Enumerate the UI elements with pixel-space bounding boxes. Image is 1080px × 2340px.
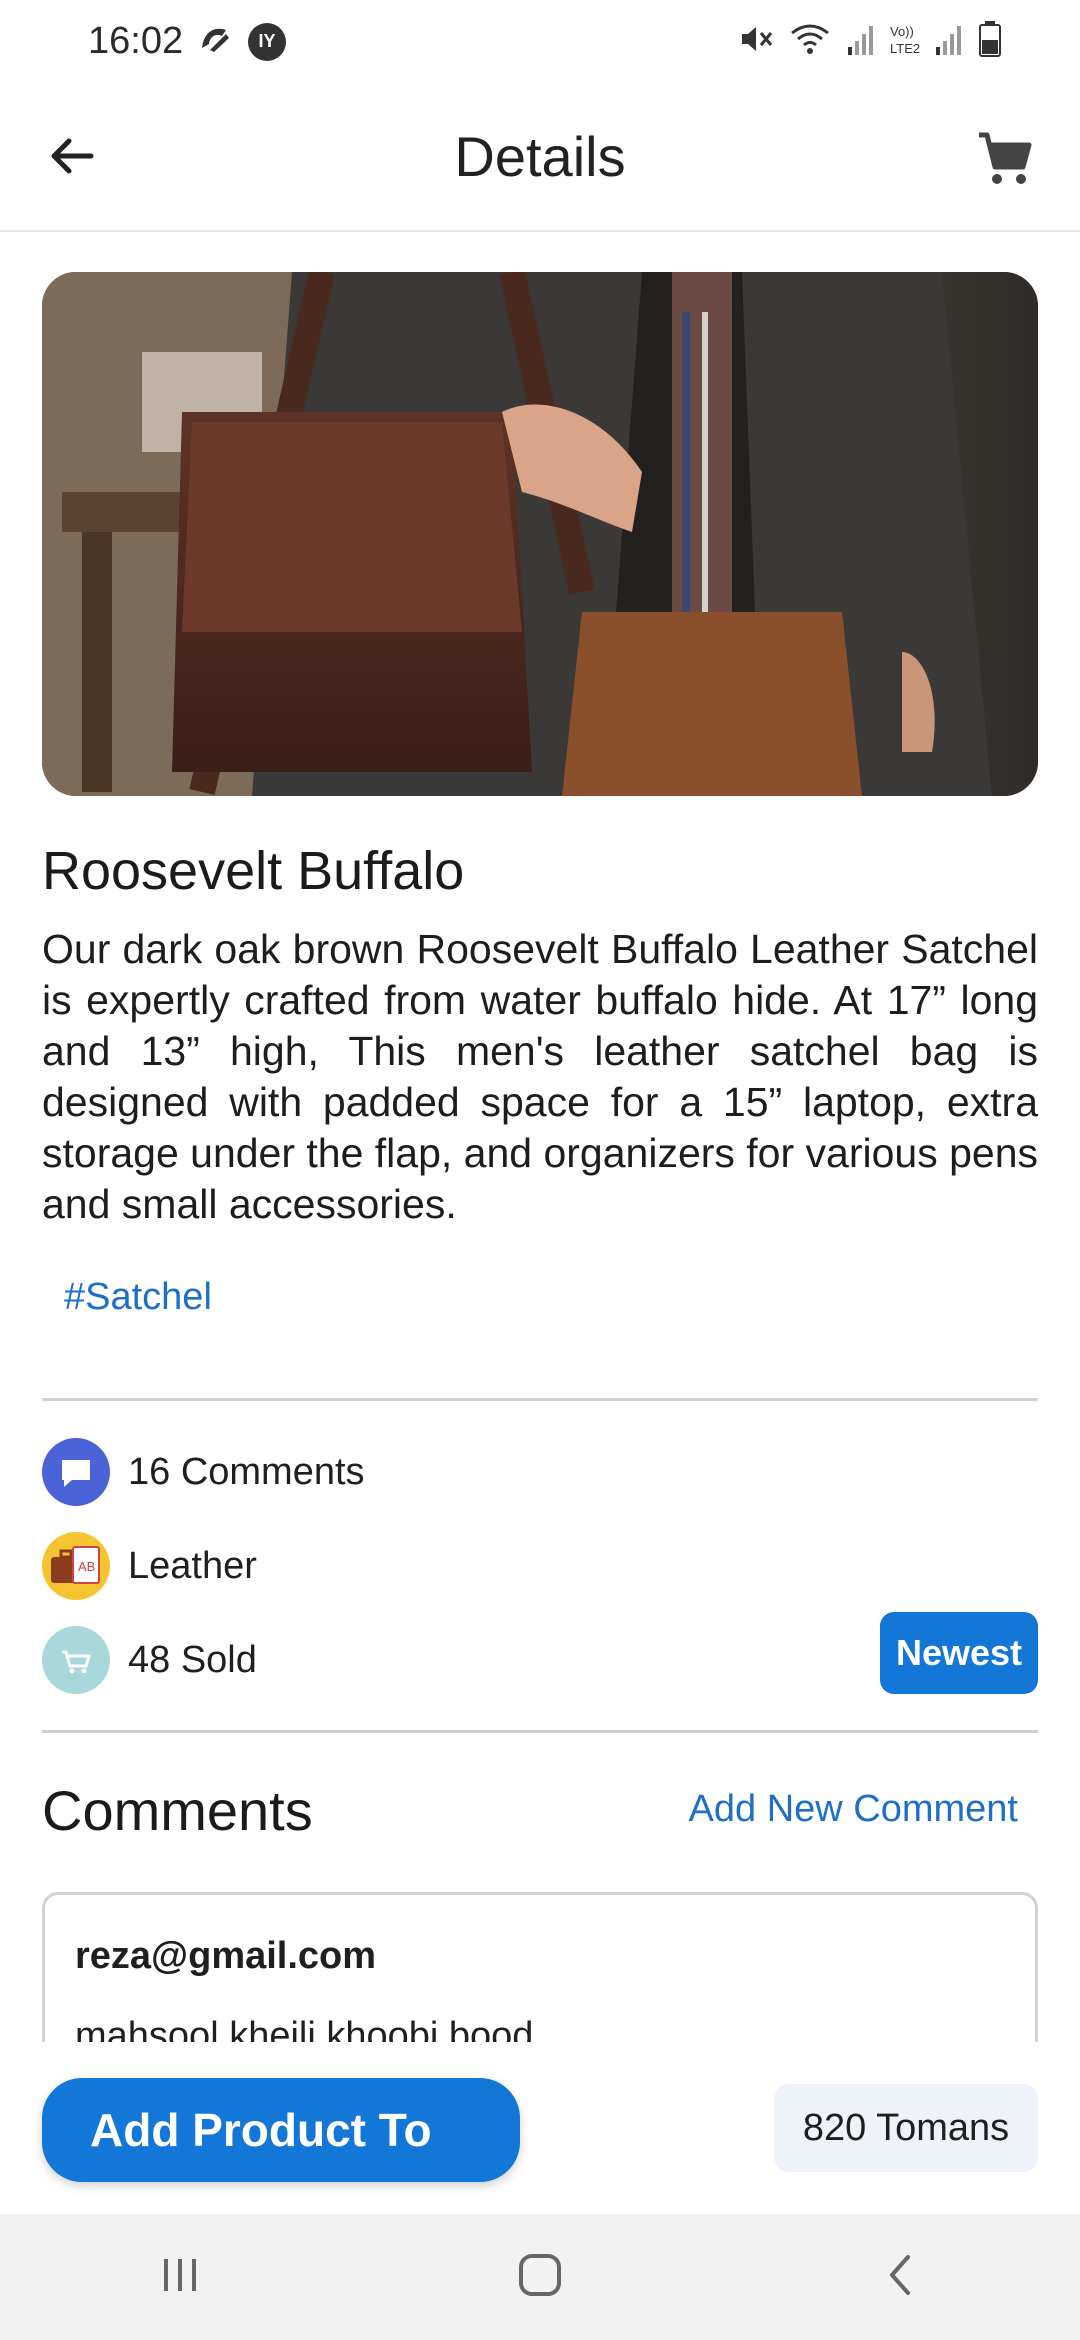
system-nav-bar [0, 2214, 1080, 2340]
page-title: Details [454, 125, 626, 188]
newest-button[interactable]: Newest [880, 1612, 1038, 1694]
product-tag[interactable]: #Satchel [64, 1276, 212, 1319]
circle-badge-icon: IY [248, 22, 286, 61]
bottom-action-bar: Add Product To 820 Tomans [0, 2042, 1080, 2214]
product-description: Our dark oak brown Roosevelt Buffalo Lea… [42, 926, 1038, 1227]
add-to-cart-button[interactable]: Add Product To [42, 2078, 520, 2182]
cart-badge-icon [42, 1626, 110, 1694]
shopping-cart-icon [975, 129, 1035, 194]
ny-icon [196, 20, 234, 63]
recents-button[interactable] [120, 2232, 240, 2322]
suitcase-icon: AB [42, 1532, 110, 1600]
divider [42, 1398, 1038, 1401]
comment-text: mahsool kheili khoobi bood [75, 2015, 534, 2042]
battery-icon [978, 20, 1002, 63]
cart-button[interactable] [970, 126, 1040, 196]
system-back-button[interactable] [840, 2232, 960, 2322]
comment-card: reza@gmail.com mahsool kheili khoobi boo… [42, 1892, 1038, 2042]
mute-icon [738, 21, 774, 62]
comments-heading: Comments [42, 1779, 313, 1842]
chat-bubble-icon [42, 1438, 110, 1506]
wifi-icon [788, 21, 832, 62]
home-icon [516, 2251, 564, 2304]
material-label: Leather [128, 1544, 257, 1587]
chevron-left-icon [880, 2251, 920, 2304]
price-badge: 820 Tomans [774, 2084, 1038, 2172]
lte2-signal-icon: Vo)) LTE2 [890, 21, 964, 62]
status-time: 16:02 [88, 20, 184, 62]
add-comment-link[interactable]: Add New Comment [689, 1788, 1018, 1831]
sold-count: 48 Sold [128, 1638, 257, 1681]
home-button[interactable] [480, 2232, 600, 2322]
status-left-icons: IY [196, 20, 286, 63]
comments-count-row: 16 Comments [42, 1438, 365, 1506]
signal-icon [846, 21, 876, 62]
sold-row: 48 Sold [42, 1626, 257, 1694]
svg-text:LTE2: LTE2 [890, 41, 920, 56]
status-right-icons: Vo)) LTE2 [738, 20, 1002, 63]
status-bar: 16:02 IY Vo)) LTE2 [0, 0, 1080, 84]
svg-text:Vo)): Vo)) [890, 24, 914, 39]
svg-text:AB: AB [78, 1559, 95, 1574]
product-image [42, 272, 1038, 796]
material-row: AB Leather [42, 1532, 257, 1600]
divider [42, 1730, 1038, 1733]
comments-count: 16 Comments [128, 1450, 365, 1493]
comment-author: reza@gmail.com [75, 1935, 377, 1977]
app-bar: Details [0, 84, 1080, 232]
product-title: Roosevelt Buffalo [42, 841, 465, 901]
recents-icon [158, 2253, 202, 2302]
